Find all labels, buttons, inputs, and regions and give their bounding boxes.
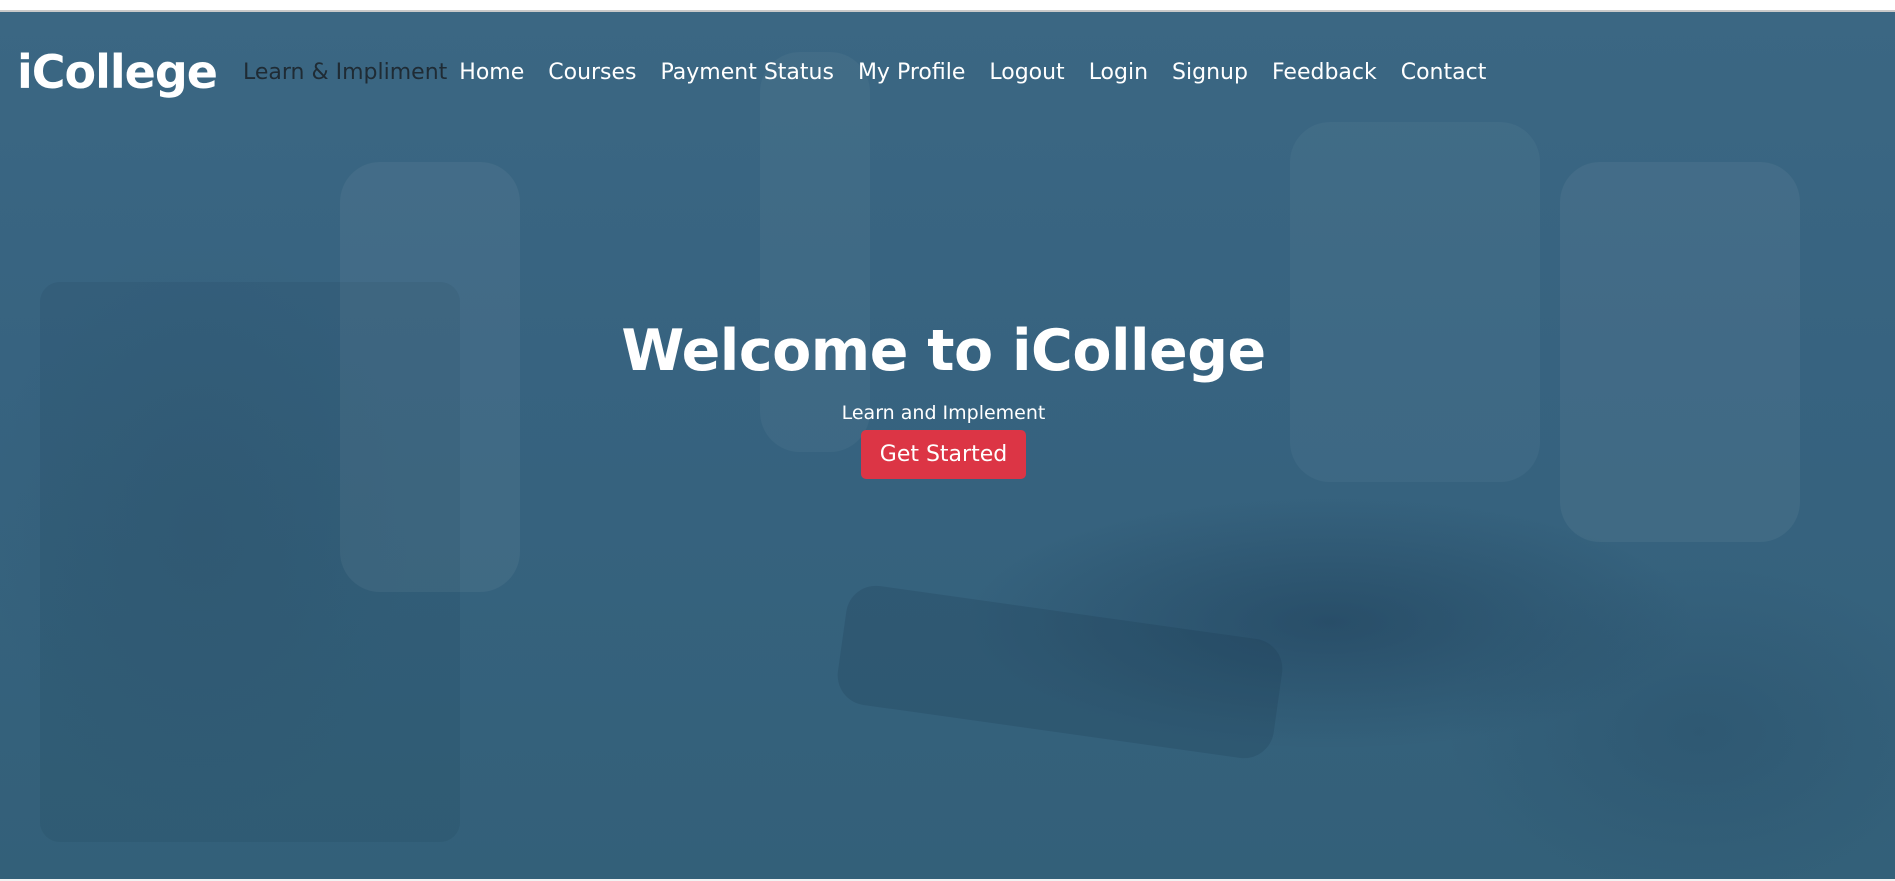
hero-content: Welcome to iCollege Learn and Implement …	[0, 318, 1887, 479]
nav-link-logout[interactable]: Logout	[989, 60, 1064, 85]
nav-link-contact[interactable]: Contact	[1401, 60, 1487, 85]
nav-link-signup[interactable]: Signup	[1172, 60, 1248, 85]
nav-link-login[interactable]: Login	[1089, 60, 1148, 85]
nav-link-my-profile[interactable]: My Profile	[858, 60, 965, 85]
nav-links: Home Courses Payment Status My Profile L…	[459, 60, 1510, 85]
main-navbar: iCollege Learn & Impliment Home Courses …	[0, 12, 1895, 132]
nav-link-payment-status[interactable]: Payment Status	[661, 60, 834, 85]
nav-link-feedback[interactable]: Feedback	[1272, 60, 1377, 85]
browser-top-edge	[0, 0, 1895, 12]
get-started-button[interactable]: Get Started	[860, 430, 1027, 479]
nav-link-courses[interactable]: Courses	[548, 60, 636, 85]
hero-title: Welcome to iCollege	[621, 318, 1266, 384]
brand-logo[interactable]: iCollege	[17, 45, 218, 99]
nav-link-home[interactable]: Home	[459, 60, 524, 85]
background-shape	[833, 581, 1287, 763]
brand-tagline: Learn & Impliment	[243, 59, 448, 85]
hero-subtitle: Learn and Implement	[841, 402, 1046, 424]
